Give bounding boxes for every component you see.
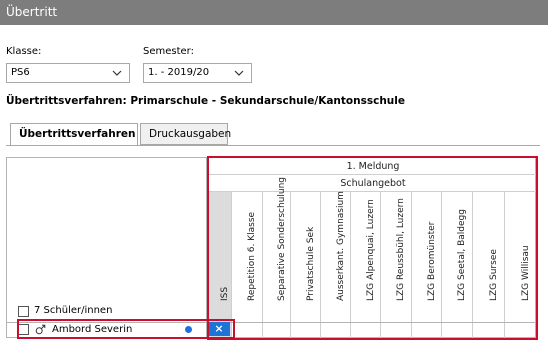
student-count: 7 Schüler/innen <box>34 305 113 316</box>
column-lzg-sursee[interactable]: LZG Sursee <box>472 192 504 339</box>
assignment-mark-iss[interactable]: × <box>208 322 230 336</box>
select-all-checkbox[interactable] <box>18 306 29 317</box>
assignment-grid: 1. Meldung Schulangebot ISS Repetition 6… <box>6 157 538 339</box>
column-label: Privatschule Sek <box>305 226 316 301</box>
column-label: LZG Sursee <box>488 249 499 301</box>
procedure-title: Übertrittsverfahren: Primarschule - Seku… <box>6 95 405 107</box>
column-repetition[interactable]: Repetition 6. Klasse <box>231 192 262 339</box>
column-label: LZG Seetal, Baldegg <box>457 209 467 301</box>
column-lzg-beromuenster[interactable]: LZG Beromünster <box>411 192 441 339</box>
student-name[interactable]: Ambord Severin <box>52 324 132 335</box>
semester-select[interactable]: 1. - 2019/20 <box>143 63 252 83</box>
semester-label: Semester: <box>143 46 194 57</box>
header-schulangebot: Schulangebot <box>208 175 538 192</box>
column-label: Separative Sonderschulung <box>276 177 287 301</box>
class-select-value: PS6 <box>11 67 30 78</box>
window-title: Übertritt <box>0 0 548 25</box>
column-privatschule-sek[interactable]: Privatschule Sek <box>290 192 320 339</box>
student-checkbox[interactable] <box>18 324 29 335</box>
column-label: LZG Willisau <box>521 245 531 301</box>
male-icon <box>35 324 46 335</box>
column-separative-sonderschulung[interactable]: Separative Sonderschulung <box>262 177 290 339</box>
column-lzg-alpenquai[interactable]: LZG Alpenquai, Luzern <box>350 192 380 339</box>
chevron-down-icon <box>233 67 245 79</box>
column-label: LZG Alpenquai, Luzern <box>365 199 376 301</box>
column-label: Ausserkant. Gymnasium <box>335 191 346 301</box>
semester-select-value: 1. - 2019/20 <box>148 67 210 78</box>
column-iss[interactable]: ISS <box>208 192 231 339</box>
column-label: LZG Reussbühl, Luzern <box>396 198 406 301</box>
header-meldung: 1. Meldung <box>208 158 538 175</box>
class-label: Klasse: <box>6 46 42 57</box>
tab-divider <box>6 145 540 146</box>
column-lzg-reussbuehl[interactable]: LZG Reussbühl, Luzern <box>380 192 411 339</box>
tab-druckausgaben[interactable]: Druckausgaben <box>140 123 231 145</box>
column-lzg-seetal[interactable]: LZG Seetal, Baldegg <box>441 192 472 339</box>
column-lzg-willisau[interactable]: LZG Willisau <box>504 192 537 339</box>
tab-uebertrittsverfahren[interactable]: Übertrittsverfahren <box>10 123 138 146</box>
row-divider <box>7 322 537 323</box>
status-dot-icon <box>185 326 192 333</box>
column-label: Repetition 6. Klasse <box>247 211 257 301</box>
column-ausserkant-gymnasium[interactable]: Ausserkant. Gymnasium <box>320 191 350 339</box>
column-label: ISS <box>220 286 230 301</box>
chevron-down-icon <box>111 67 123 79</box>
class-select[interactable]: PS6 <box>6 63 130 83</box>
column-label: LZG Beromünster <box>426 221 437 301</box>
